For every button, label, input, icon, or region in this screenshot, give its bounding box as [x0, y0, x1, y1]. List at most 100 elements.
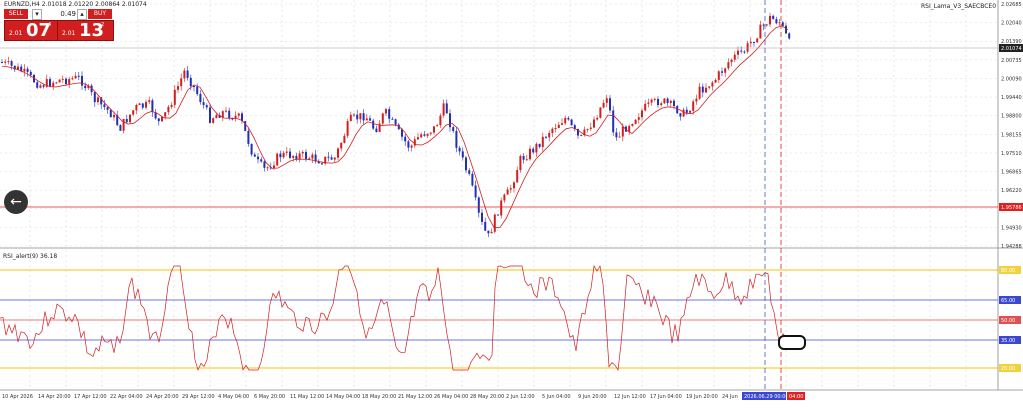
candle-body	[132, 110, 135, 115]
rsi-line	[0, 264, 790, 372]
candle-body	[81, 75, 83, 86]
candle-body	[273, 165, 275, 169]
sell-price-box[interactable]: 2.01 07 4	[4, 20, 61, 41]
candle-body	[417, 137, 419, 140]
candle-body	[721, 71, 723, 73]
candle-body	[276, 153, 279, 166]
cursor-time-label-2: 04:00	[789, 394, 803, 400]
candle-body	[173, 89, 176, 105]
candle-body	[621, 126, 624, 137]
candle-body	[7, 61, 10, 63]
candle-body	[183, 70, 186, 79]
candle-body	[705, 87, 707, 93]
time-tick-label: 14 Apr 20:00	[38, 394, 71, 400]
chart-canvas[interactable]: 2.026852.020402.013902.007352.000901.994…	[0, 0, 1023, 408]
buy-button[interactable]: BUY	[88, 9, 112, 19]
time-tick-label: 18 May 20:00	[362, 394, 396, 400]
candle-body	[225, 110, 227, 112]
candle-body	[52, 82, 55, 87]
candle-body	[660, 103, 663, 106]
candle-body	[189, 77, 192, 87]
time-tick-label: 26 May 04:00	[434, 394, 468, 400]
sell-button[interactable]: SELL	[4, 9, 28, 19]
candle-body	[615, 132, 618, 138]
candle-body	[84, 85, 87, 89]
candle-body	[663, 98, 666, 104]
candle-body	[765, 24, 768, 26]
candle-body	[353, 114, 355, 116]
candle-body	[407, 141, 410, 148]
candle-body	[205, 105, 208, 108]
alert-price-label: 1.95786	[1001, 205, 1022, 211]
time-tick-label: 17 Apr 12:00	[74, 394, 107, 400]
lot-increase-icon[interactable]: ▴	[77, 9, 87, 20]
lot-decrease-icon[interactable]: ▾	[32, 9, 42, 20]
candle-body	[647, 102, 650, 104]
time-tick-label: 24 Apr 20:00	[146, 394, 179, 400]
grid	[0, 0, 998, 390]
candle-body	[557, 124, 560, 129]
indicator-sub-caption: RSI_alert(9) 36.18	[3, 253, 57, 260]
candle-body	[689, 110, 691, 113]
candle-body	[65, 78, 67, 84]
candle-body	[631, 123, 634, 126]
candle-body	[429, 132, 432, 134]
candle-body	[628, 125, 631, 132]
candle-body	[148, 100, 151, 102]
candle-body	[263, 161, 266, 168]
candle-body	[359, 113, 362, 120]
candle-body	[145, 101, 147, 108]
candle-body	[708, 86, 711, 88]
candle-body	[439, 115, 442, 126]
price-tick-label: 1.94288	[1001, 244, 1022, 250]
time-tick-label: 6 May 20:00	[254, 394, 285, 400]
candle-body	[759, 24, 762, 39]
candle-body	[113, 114, 115, 118]
candle-body	[109, 109, 112, 118]
time-tick-label: 10 Apr 2026	[2, 394, 33, 400]
candle-body	[186, 70, 189, 78]
candle-body	[493, 214, 496, 232]
candle-body	[567, 117, 570, 120]
candle-body	[698, 86, 701, 99]
candle-body	[135, 105, 138, 111]
candle-body	[458, 147, 461, 152]
candle-body	[202, 102, 205, 106]
candle-body	[605, 98, 608, 103]
candle-body	[449, 113, 451, 128]
candle-body	[257, 156, 259, 160]
candle-body	[717, 71, 720, 80]
candle-body	[250, 143, 253, 155]
candle-body	[61, 78, 64, 80]
candle-body	[481, 212, 483, 222]
candle-body	[541, 136, 544, 147]
candle-body	[753, 41, 755, 43]
back-arrow-icon[interactable]: ←	[4, 190, 28, 214]
candle-body	[637, 117, 640, 120]
candle-body	[484, 221, 487, 231]
candle-body	[212, 118, 215, 123]
candle-body	[497, 214, 499, 216]
candle-body	[49, 79, 51, 87]
one-click-trade-panel: SELL ▾ 0.49 ▴ BUY 2.01 07 4 2.01 13 2	[4, 9, 124, 41]
price-tick-label: 2.02040	[1001, 21, 1022, 27]
candle-body	[762, 24, 765, 26]
candle-body	[634, 119, 637, 124]
candle-body	[506, 189, 509, 195]
rsi-level-label: 65.00	[1001, 298, 1015, 304]
candle-body	[193, 86, 195, 88]
lot-field[interactable]: 0.49	[44, 9, 76, 20]
sell-price-prefix: 2.01	[9, 30, 23, 37]
candle-body	[157, 118, 160, 122]
candle-body	[609, 98, 611, 111]
candle-body	[775, 19, 778, 24]
buy-price-box[interactable]: 2.01 13 2	[57, 20, 114, 41]
time-tick-label: 29 Apr 12:00	[182, 394, 215, 400]
candle-body	[564, 117, 567, 124]
candle-body	[781, 22, 784, 26]
candle-body	[71, 78, 74, 80]
candle-body	[461, 151, 464, 158]
price-tick-label: 2.00735	[1001, 58, 1022, 64]
candle-body	[452, 127, 455, 131]
time-tick-label: 17 Jun 04:00	[650, 394, 682, 400]
